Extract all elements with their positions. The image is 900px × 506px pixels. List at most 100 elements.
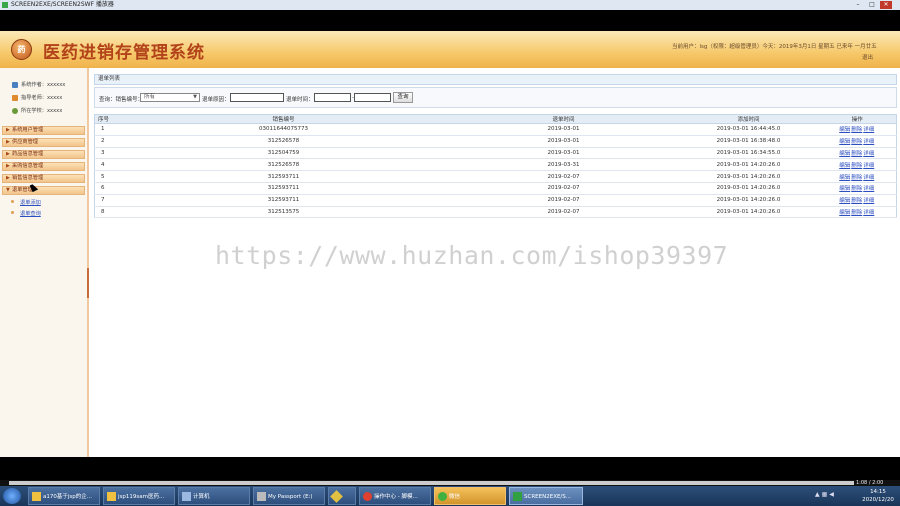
- table-row: 2 312526578 2019-03-01 2019-03-01 16:38:48.…: [94, 135, 897, 148]
- detail-link[interactable]: 详细: [863, 139, 874, 145]
- delete-link[interactable]: 删除: [851, 163, 862, 169]
- minimize-button[interactable]: –: [852, 1, 864, 9]
- arrow-right-icon: ▶: [6, 163, 10, 169]
- teacher-icon: [12, 94, 18, 101]
- close-button[interactable]: ✕: [880, 1, 892, 9]
- splitter-grip[interactable]: [87, 268, 89, 298]
- user-info: 当前用户：lsg（权限：超级管理员）今天：2019年3月1日 星期五 已来年 一…: [672, 44, 877, 50]
- app-header: 药 医药进销存管理系统 当前用户：lsg（权限：超级管理员）今天：2019年3月…: [0, 31, 900, 68]
- delete-link[interactable]: 删除: [851, 198, 862, 204]
- start-date-input[interactable]: [314, 93, 351, 102]
- menu-label: 药品信息管理: [12, 151, 44, 157]
- logout-link[interactable]: 退出: [862, 53, 873, 61]
- cell-sale-number: 312593711: [118, 170, 449, 183]
- progress-track[interactable]: [9, 481, 854, 485]
- delete-link[interactable]: 删除: [851, 186, 862, 192]
- cell-added-time: 2019-03-01 16:34:55.0: [678, 147, 819, 160]
- delete-link[interactable]: 删除: [851, 127, 862, 133]
- folder-icon: [32, 492, 41, 501]
- volume-icon[interactable]: ◀: [829, 491, 836, 498]
- delete-link[interactable]: 删除: [851, 139, 862, 145]
- taskbar-item-computer[interactable]: 计算机: [178, 487, 250, 505]
- delete-link[interactable]: 删除: [851, 210, 862, 216]
- sidebar-splitter[interactable]: [87, 68, 89, 457]
- cell-sale-number: 312513575: [118, 206, 449, 219]
- cell-added-time: 2019-03-01 14:20:26.0: [678, 182, 819, 195]
- clock-time: 14:15: [870, 489, 886, 495]
- cell-ops: 编辑删除详细: [818, 206, 897, 219]
- cell-ops: 编辑删除详细: [818, 147, 897, 160]
- taskbar-item-folder-jsp119[interactable]: jsp119sam医药...: [103, 487, 175, 505]
- cell-index: 8: [94, 206, 119, 219]
- menu-system-users[interactable]: ▶ 系统用户管理: [2, 126, 85, 135]
- detail-link[interactable]: 详细: [863, 186, 874, 192]
- sale-number-select[interactable]: 所有 ▼: [140, 93, 200, 102]
- school-icon: [12, 107, 18, 114]
- col-header: 销售编号: [118, 114, 449, 124]
- taskbar-item-my-passport[interactable]: My Passport (E:): [253, 487, 325, 505]
- taskbar-label: My Passport (E:): [268, 494, 313, 500]
- detail-link[interactable]: 详细: [863, 127, 874, 133]
- screen: SCREEN2EXE/SCREEN2SWF 播放器 – □ ✕ 药 医药进销存管…: [0, 0, 900, 506]
- start-button[interactable]: [3, 488, 21, 504]
- detail-link[interactable]: 详细: [863, 151, 874, 157]
- detail-link[interactable]: 详细: [863, 175, 874, 181]
- cell-ops: 编辑删除详细: [818, 158, 897, 172]
- submenu-return-add[interactable]: 退单添加: [11, 199, 41, 206]
- folder-icon: [107, 492, 116, 501]
- teacher-label: 指导老师：xxxxx: [21, 95, 63, 101]
- menu-sales[interactable]: ▶ 销售信息管理: [2, 174, 85, 183]
- taskbar-item-chrome[interactable]: 操作中心 - 脚模...: [359, 487, 431, 505]
- cell-ops: 编辑删除详细: [818, 170, 897, 183]
- panel-title: 退单列表: [94, 74, 897, 85]
- cell-ops: 编辑删除详细: [818, 123, 897, 136]
- school-label: 所在学校：xxxxx: [21, 108, 63, 114]
- edit-link[interactable]: 编辑: [839, 127, 850, 133]
- taskbar-item-wechat[interactable]: 微信: [434, 487, 506, 505]
- cell-ops: 编辑删除详细: [818, 182, 897, 195]
- taskbar-label: a170基于jsp的企...: [43, 494, 92, 500]
- arrow-down-icon: ▼: [6, 187, 10, 193]
- school-info: 所在学校：xxxxx: [12, 107, 62, 114]
- edit-link[interactable]: 编辑: [839, 198, 850, 204]
- user-group-icon: [12, 81, 18, 88]
- table-row: 4 312526578 2019-03-31 2019-03-01 14:20:26.…: [94, 158, 897, 172]
- maximize-button[interactable]: □: [866, 1, 878, 9]
- cell-index: 2: [94, 135, 119, 148]
- menu-suppliers[interactable]: ▶ 供应商管理: [2, 138, 85, 147]
- detail-link[interactable]: 详细: [863, 210, 874, 216]
- clock-date: 2020/12/20: [862, 497, 894, 503]
- edit-link[interactable]: 编辑: [839, 210, 850, 216]
- delete-link[interactable]: 删除: [851, 175, 862, 181]
- menu-label: 退单管理: [12, 187, 33, 193]
- taskbar-label: SCREEN2EXE/S...: [524, 494, 572, 500]
- search-bar: 查询：销售编号： 所有 ▼ 退单原因： 退单时间： - 查询: [94, 87, 897, 108]
- taskbar-item-app[interactable]: [328, 487, 356, 505]
- detail-link[interactable]: 详细: [863, 198, 874, 204]
- taskbar-item-screen2exe[interactable]: SCREEN2EXE/S...: [509, 487, 583, 505]
- edit-link[interactable]: 编辑: [839, 139, 850, 145]
- menu-drugs[interactable]: ▶ 药品信息管理: [2, 150, 85, 159]
- delete-link[interactable]: 删除: [851, 151, 862, 157]
- tray-show-icon[interactable]: ▲: [815, 491, 822, 498]
- edit-link[interactable]: 编辑: [839, 175, 850, 181]
- bullet-icon: [11, 200, 14, 203]
- arrow-right-icon: ▶: [6, 175, 10, 181]
- menu-purchases[interactable]: ▶ 采购信息管理: [2, 162, 85, 171]
- chrome-icon: [363, 492, 372, 501]
- taskbar-clock[interactable]: 14:15 2020/12/20: [858, 488, 898, 504]
- taskbar: a170基于jsp的企... jsp119sam医药... 计算机 My Pas…: [0, 486, 900, 506]
- end-date-input[interactable]: [354, 93, 391, 102]
- taskbar-item-folder-a170[interactable]: a170基于jsp的企...: [28, 487, 100, 505]
- reason-input[interactable]: [230, 93, 284, 102]
- taskbar-label: 操作中心 - 脚模...: [374, 494, 418, 500]
- cell-index: 5: [94, 170, 119, 183]
- edit-link[interactable]: 编辑: [839, 186, 850, 192]
- menu-returns[interactable]: ▼ 退单管理: [2, 186, 85, 195]
- app-icon: [2, 2, 8, 8]
- detail-link[interactable]: 详细: [863, 163, 874, 169]
- edit-link[interactable]: 编辑: [839, 163, 850, 169]
- edit-link[interactable]: 编辑: [839, 151, 850, 157]
- query-button[interactable]: 查询: [393, 92, 413, 103]
- submenu-return-query[interactable]: 退单查询: [11, 210, 41, 217]
